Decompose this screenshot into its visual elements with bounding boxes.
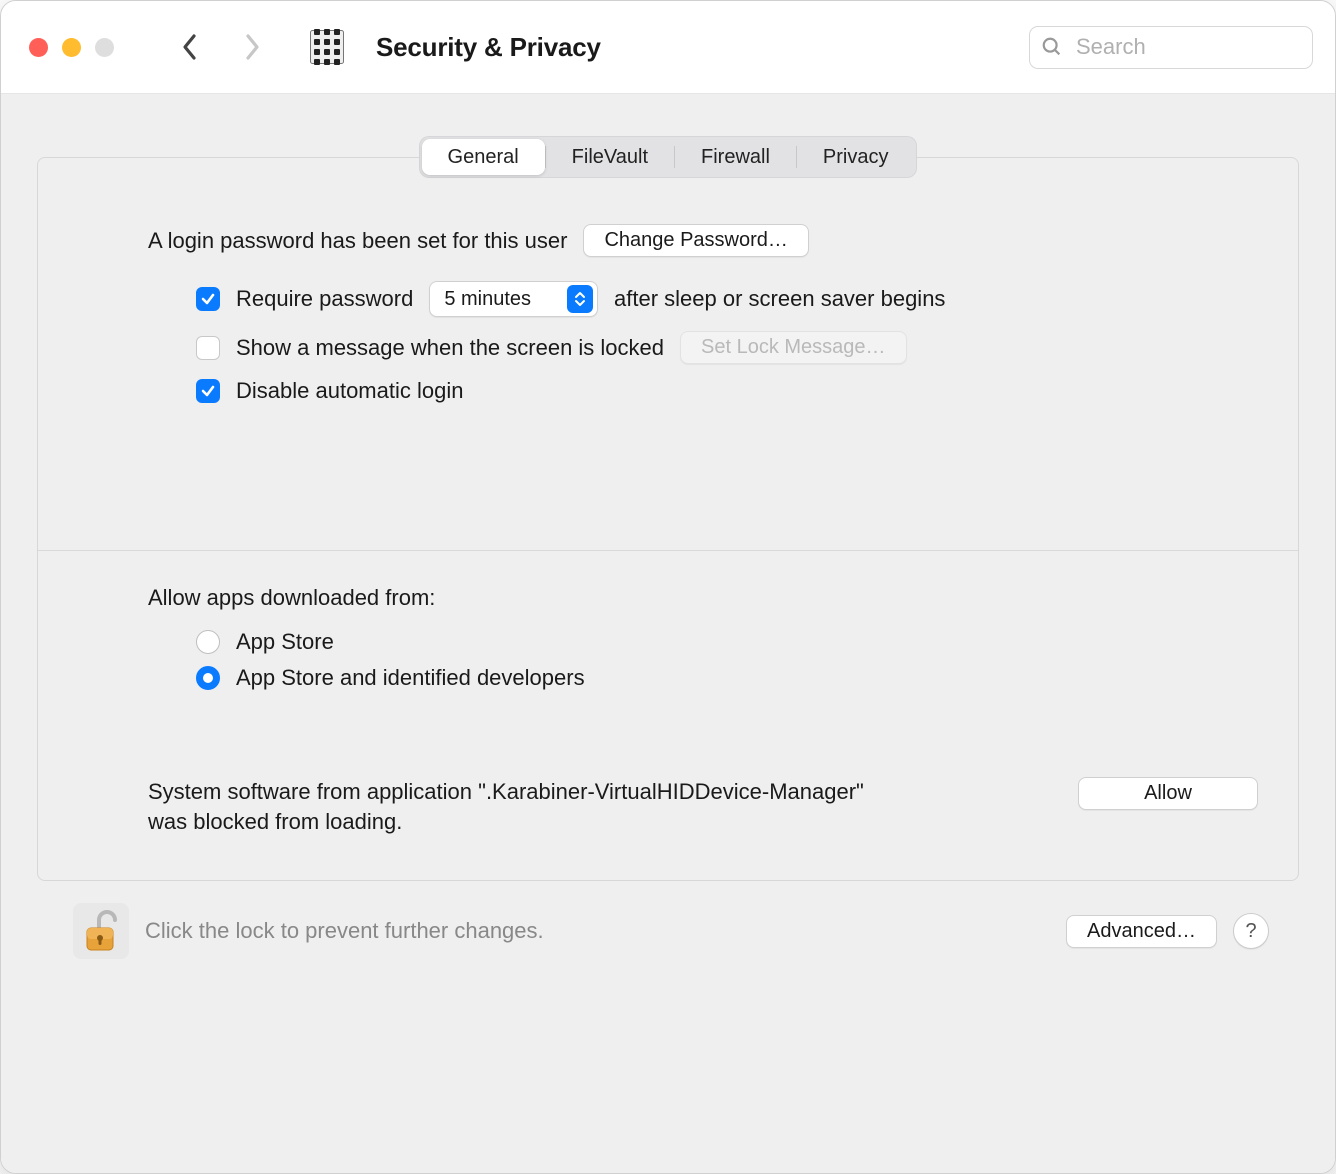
general-panel: A login password has been set for this u…	[37, 157, 1299, 881]
allow-apps-appstore-label: App Store	[236, 629, 334, 655]
panel-divider	[38, 550, 1298, 551]
show-lock-message-checkbox[interactable]	[196, 336, 220, 360]
allow-apps-identified-label: App Store and identified developers	[236, 665, 585, 691]
require-password-delay-value: 5 minutes	[444, 288, 557, 311]
allow-apps-heading: Allow apps downloaded from:	[148, 585, 435, 611]
tab-bar: General FileVault Firewall Privacy	[419, 136, 918, 178]
minimize-window-button[interactable]	[62, 38, 81, 57]
page-title: Security & Privacy	[376, 32, 601, 63]
search-field-wrap	[1029, 26, 1313, 69]
lock-hint-text: Click the lock to prevent further change…	[145, 918, 544, 944]
allow-apps-identified-radio[interactable]	[196, 666, 220, 690]
footer: Click the lock to prevent further change…	[37, 881, 1299, 985]
tab-firewall[interactable]: Firewall	[675, 139, 796, 175]
show-all-icon[interactable]	[310, 30, 344, 64]
allow-blocked-button[interactable]: Allow	[1078, 777, 1258, 810]
lock-button[interactable]	[73, 903, 129, 959]
back-button[interactable]	[168, 25, 212, 69]
tab-filevault[interactable]: FileVault	[546, 139, 674, 175]
disable-auto-login-checkbox[interactable]	[196, 379, 220, 403]
require-password-prefix: Require password	[236, 286, 413, 312]
toolbar: Security & Privacy	[1, 1, 1335, 94]
require-password-suffix: after sleep or screen saver begins	[614, 286, 945, 312]
content-area: General FileVault Firewall Privacy A log…	[1, 94, 1335, 1173]
forward-button	[230, 25, 274, 69]
require-password-delay-select[interactable]: 5 minutes	[429, 281, 598, 317]
change-password-button[interactable]: Change Password…	[583, 224, 808, 257]
show-lock-message-label: Show a message when the screen is locked	[236, 335, 664, 361]
search-icon	[1041, 36, 1063, 58]
tab-general[interactable]: General	[422, 139, 545, 175]
advanced-button[interactable]: Advanced…	[1066, 915, 1217, 948]
unlocked-lock-icon	[81, 908, 121, 954]
search-input[interactable]	[1029, 26, 1313, 69]
chevron-up-down-icon	[567, 285, 593, 313]
set-lock-message-button: Set Lock Message…	[680, 331, 907, 364]
allow-apps-appstore-radio[interactable]	[196, 630, 220, 654]
zoom-window-button	[95, 38, 114, 57]
help-button[interactable]: ?	[1233, 913, 1269, 949]
require-password-checkbox[interactable]	[196, 287, 220, 311]
close-window-button[interactable]	[29, 38, 48, 57]
blocked-software-text: System software from application ".Karab…	[148, 777, 868, 836]
disable-auto-login-label: Disable automatic login	[236, 378, 463, 404]
tab-privacy[interactable]: Privacy	[797, 139, 915, 175]
login-password-text: A login password has been set for this u…	[148, 228, 567, 254]
preferences-window: Security & Privacy General FileVault Fir…	[0, 0, 1336, 1174]
window-controls	[29, 38, 114, 57]
